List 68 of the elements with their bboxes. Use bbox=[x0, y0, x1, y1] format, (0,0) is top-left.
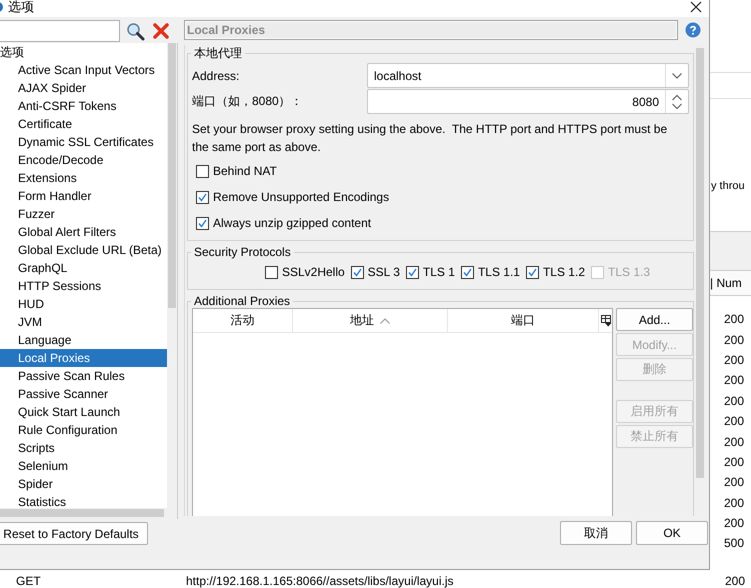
checkbox[interactable]: Remove Unsupported Encodings bbox=[192, 184, 390, 210]
port-label: 端口（如，8080）： bbox=[192, 94, 303, 108]
checkbox[interactable]: SSLv2Hello bbox=[264, 259, 345, 285]
address-combo[interactable]: localhost bbox=[367, 63, 689, 88]
tree-root[interactable]: 选项 bbox=[0, 43, 24, 61]
tree-item[interactable]: Active Scan Input Vectors bbox=[0, 61, 167, 79]
method-cell: GET bbox=[16, 574, 41, 588]
tree-item[interactable]: AJAX Spider bbox=[0, 79, 167, 97]
status-cell: 200 bbox=[724, 496, 744, 510]
tree-item[interactable]: HTTP Sessions bbox=[0, 277, 167, 295]
checkbox[interactable]: Always unzip gzipped content bbox=[192, 210, 372, 236]
status-cell: 200 bbox=[724, 373, 744, 388]
status-cell: 200 bbox=[724, 516, 744, 530]
tree-item[interactable]: Spider bbox=[0, 475, 167, 493]
status-cell: 200 bbox=[724, 332, 744, 347]
tree-item[interactable]: Anti-CSRF Tokens bbox=[0, 97, 167, 115]
status-cell: 200 bbox=[724, 312, 744, 326]
tree-item[interactable]: Global Exclude URL (Beta) bbox=[0, 241, 167, 259]
url-cell: http://192.168.1.165:8066//assets/libs/layui/layui.js bbox=[186, 574, 454, 588]
tree-item[interactable]: Passive Scanner bbox=[0, 385, 167, 403]
tree-item[interactable]: Statistics bbox=[0, 493, 167, 511]
tree-item[interactable]: Dynamic SSL Certificates bbox=[0, 133, 167, 151]
port-spinner[interactable]: 8080 bbox=[367, 89, 689, 114]
address-label: Address: bbox=[192, 68, 240, 82]
tree-item[interactable]: Extensions bbox=[0, 169, 167, 187]
checkbox[interactable]: TLS 1 bbox=[406, 259, 455, 285]
tree-item[interactable]: Scripts bbox=[0, 439, 167, 457]
status-cell: 500 bbox=[724, 536, 744, 550]
tree-item[interactable]: Selenium bbox=[0, 457, 167, 475]
tree-item[interactable]: Form Handler bbox=[0, 187, 167, 205]
checkbox[interactable]: Behind NAT bbox=[192, 158, 277, 184]
tree-item[interactable]: Certificate bbox=[0, 115, 167, 133]
tree-item[interactable]: Rule Configuration bbox=[0, 421, 167, 439]
status-cell: 200 bbox=[724, 414, 744, 428]
checkbox[interactable]: TLS 1.2 bbox=[526, 259, 585, 285]
window-title: 选项 bbox=[8, 0, 34, 16]
tree-item[interactable]: GraphQL bbox=[0, 259, 167, 277]
tree-item[interactable]: Fuzzer bbox=[0, 205, 167, 223]
column-header[interactable]: 地址 bbox=[292, 309, 448, 332]
status-cell: 200 bbox=[725, 574, 746, 588]
status-cell: 200 bbox=[724, 434, 744, 449]
tree-item[interactable]: Language bbox=[0, 331, 167, 349]
group-title: 本地代理 bbox=[193, 45, 243, 62]
tree-item[interactable]: Encode/Decode bbox=[0, 151, 167, 169]
column-header: | Num bbox=[710, 276, 742, 290]
tree-item[interactable]: HUD bbox=[0, 295, 167, 313]
group-title: Security Protocols bbox=[193, 245, 292, 259]
column-header[interactable]: 端口 bbox=[448, 309, 600, 332]
proxy-note: Set your browser proxy setting using the above. The HTTP port and HTTPS port must be the same port as above. bbox=[192, 121, 668, 156]
table-button[interactable]: Add... bbox=[616, 308, 693, 331]
checkbox[interactable]: TLS 1.1 bbox=[460, 259, 520, 285]
status-cell: 200 bbox=[724, 394, 744, 408]
tree-item[interactable]: JVM bbox=[0, 313, 167, 331]
status-cell: 200 bbox=[724, 454, 744, 469]
column-header[interactable]: 活动 bbox=[193, 309, 293, 332]
panel-title: Local Proxies bbox=[184, 20, 678, 40]
tree-item[interactable]: Global Alert Filters bbox=[0, 223, 167, 241]
text-fragment: y throu bbox=[711, 180, 745, 192]
checkbox[interactable]: SSL 3 bbox=[350, 259, 400, 285]
status-cell: 200 bbox=[724, 475, 744, 490]
dialog-button[interactable]: 取消 bbox=[560, 521, 632, 545]
reset-button[interactable]: Reset to Factory Defaults bbox=[0, 522, 148, 545]
dialog-button[interactable]: OK bbox=[636, 521, 708, 545]
tree-item[interactable]: Quick Start Launch bbox=[0, 403, 167, 421]
tree-item[interactable]: Local Proxies bbox=[0, 349, 167, 367]
status-cell: 200 bbox=[724, 352, 744, 367]
tree-item[interactable]: Passive Scan Rules bbox=[0, 367, 167, 385]
group-title: Additional Proxies bbox=[193, 294, 292, 308]
